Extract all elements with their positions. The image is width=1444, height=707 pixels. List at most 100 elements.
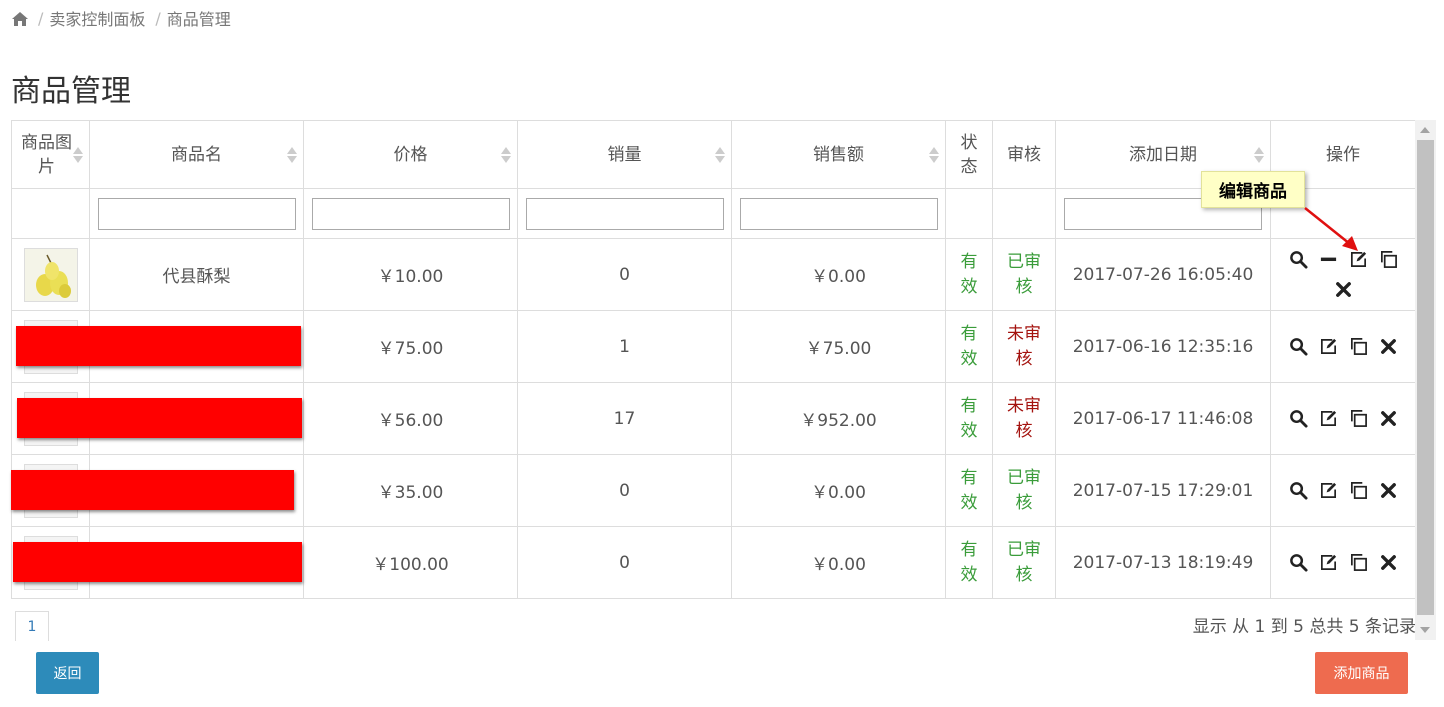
column-header-actions-label: 操作 [1326, 144, 1360, 165]
product-review-cell: 未审核 [992, 382, 1056, 455]
column-header-review-label: 审核 [1007, 144, 1041, 165]
filter-cell-price [303, 188, 518, 239]
filter-cell-empty [945, 188, 993, 239]
column-header-sales[interactable]: 销量 [517, 120, 732, 189]
product-actions-cell [1270, 526, 1416, 599]
product-price: ￥35.00 [303, 454, 518, 527]
product-review-status: 未审核 [1007, 323, 1041, 369]
product-date: 2017-07-15 17:29:01 [1055, 454, 1271, 527]
close-icon[interactable] [1379, 409, 1398, 428]
add-product-button[interactable]: 添加商品 [1315, 652, 1408, 694]
product-revenue: ￥0.00 [731, 454, 946, 527]
product-date: 2017-06-16 12:35:16 [1055, 310, 1271, 383]
product-revenue: ￥0.00 [731, 238, 946, 311]
search-icon[interactable] [1289, 409, 1308, 428]
product-price: ￥10.00 [303, 238, 518, 311]
product-name[interactable]: 代县酥梨 [163, 267, 231, 287]
search-icon[interactable] [1289, 481, 1308, 500]
search-icon[interactable] [1289, 337, 1308, 356]
scroll-up-arrow-icon[interactable] [1420, 127, 1430, 133]
close-icon[interactable] [1379, 337, 1398, 356]
column-header-price[interactable]: 价格 [303, 120, 518, 189]
filter-cell-empty [992, 188, 1056, 239]
breadcrumb-separator: / [38, 8, 44, 28]
product-name-cell: 代县酥梨 [89, 238, 304, 311]
filter-cell-sales [517, 188, 732, 239]
column-header-date-label: 添加日期 [1129, 144, 1197, 165]
product-price: ￥75.00 [303, 310, 518, 383]
close-icon[interactable] [1379, 553, 1398, 572]
product-review-cell: 已审核 [992, 526, 1056, 599]
column-header-price-label: 价格 [393, 144, 428, 165]
breadcrumb-separator: / [155, 8, 161, 28]
close-icon[interactable] [1334, 280, 1353, 299]
product-review-cell: 已审核 [992, 454, 1056, 527]
home-icon[interactable] [12, 11, 28, 26]
filter-cell-empty [11, 188, 90, 239]
price-filter-input[interactable] [311, 197, 510, 230]
sort-icon [715, 146, 725, 164]
column-header-revenue-label: 销售额 [813, 144, 864, 165]
name-filter-input[interactable] [97, 197, 296, 230]
product-review-status: 已审核 [1007, 251, 1041, 297]
row-action-icons [1288, 409, 1398, 428]
pagination-page-button[interactable]: 1 [15, 611, 49, 641]
product-price: ￥100.00 [303, 526, 518, 599]
search-icon[interactable] [1289, 553, 1308, 572]
edit-icon[interactable] [1319, 337, 1338, 356]
column-header-status[interactable]: 状态 [945, 120, 993, 189]
edit-icon[interactable] [1319, 553, 1338, 572]
copy-icon[interactable] [1349, 337, 1368, 356]
close-icon[interactable] [1379, 481, 1398, 500]
copy-icon[interactable] [1349, 481, 1368, 500]
column-header-name-label: 商品名 [171, 144, 222, 165]
product-thumbnail[interactable] [23, 247, 78, 302]
column-header-review[interactable]: 审核 [992, 120, 1056, 189]
edit-product-callout: 编辑商品 [1201, 171, 1305, 208]
scroll-thumb[interactable] [1417, 140, 1434, 615]
copy-icon[interactable] [1349, 409, 1368, 428]
sort-icon [1254, 146, 1264, 164]
scroll-down-arrow-icon[interactable] [1420, 627, 1430, 633]
product-revenue: ￥75.00 [731, 310, 946, 383]
product-status: 有效 [960, 395, 978, 441]
breadcrumb-seller-dashboard[interactable]: 卖家控制面板 [49, 6, 145, 30]
row-action-icons [1288, 337, 1398, 356]
sales-filter-input[interactable] [525, 197, 724, 230]
back-button[interactable]: 返回 [36, 652, 99, 694]
product-review-cell: 未审核 [992, 310, 1056, 383]
revenue-filter-input[interactable] [739, 197, 938, 230]
row-action-icons [1288, 553, 1398, 572]
product-review-cell: 已审核 [992, 238, 1056, 311]
filter-cell-name [89, 188, 304, 239]
vertical-scrollbar[interactable] [1415, 120, 1436, 640]
product-revenue: ￥0.00 [731, 526, 946, 599]
product-date: 2017-07-26 16:05:40 [1055, 238, 1271, 311]
copy-icon[interactable] [1379, 250, 1398, 269]
pagination-summary: 显示 从 1 到 5 总共 5 条记录 [1192, 617, 1416, 637]
sort-icon [929, 146, 939, 164]
copy-icon[interactable] [1349, 553, 1368, 572]
edit-icon[interactable] [1319, 481, 1338, 500]
redaction-box [16, 326, 301, 366]
column-header-image[interactable]: 商品图片 [11, 120, 90, 189]
product-status-cell: 有效 [945, 238, 993, 311]
column-header-status-label: 状态 [960, 132, 978, 177]
product-sales: 17 [517, 382, 732, 455]
breadcrumb-product-management: 商品管理 [166, 10, 231, 29]
sort-icon [287, 146, 297, 164]
column-header-name[interactable]: 商品名 [89, 120, 304, 189]
product-image-cell [11, 238, 90, 311]
breadcrumb: / 卖家控制面板 / 商品管理 [12, 6, 231, 30]
row-action-icons [1288, 250, 1398, 299]
column-header-sales-label: 销量 [607, 144, 642, 165]
callout-arrow [1304, 207, 1358, 251]
product-status-cell: 有效 [945, 382, 993, 455]
column-header-revenue[interactable]: 销售额 [731, 120, 946, 189]
sort-icon [73, 146, 83, 164]
product-status: 有效 [960, 467, 978, 513]
product-actions-cell [1270, 382, 1416, 455]
edit-icon[interactable] [1319, 409, 1338, 428]
product-sales: 1 [517, 310, 732, 383]
product-sales: 0 [517, 454, 732, 527]
